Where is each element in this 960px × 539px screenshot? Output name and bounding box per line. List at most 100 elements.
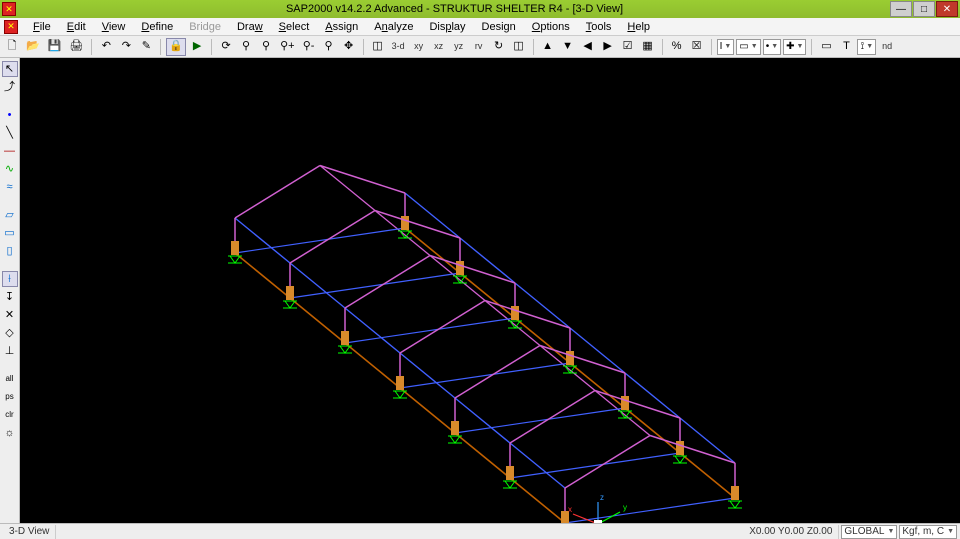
show-undeformed-button[interactable]: ☒ — [688, 38, 706, 56]
view-rv-button[interactable]: rv — [470, 38, 488, 56]
menu-view[interactable]: View — [95, 20, 133, 34]
view-xy-button[interactable]: xy — [410, 38, 428, 56]
menu-help[interactable]: Help — [620, 20, 657, 34]
rectarea2-icon: ▯ — [6, 246, 12, 257]
intersect-select-tool[interactable]: ☼ — [2, 425, 18, 441]
select-all-tool[interactable]: all — [2, 371, 18, 387]
ruler-dropdown[interactable]: ⟟▼ — [857, 39, 876, 55]
snap2-icon: ↧ — [5, 292, 14, 303]
window-maximize-button[interactable]: □ — [913, 1, 935, 17]
quick-secondary-tool[interactable]: ≈ — [2, 179, 18, 195]
menu-define[interactable]: Define — [134, 20, 180, 34]
snap-midpoint-tool[interactable]: ↧ — [2, 289, 18, 305]
redo-button[interactable]: ↷ — [117, 38, 135, 56]
zoom-in-button[interactable]: ⚲+ — [277, 38, 297, 56]
assign-h-icon: • — [766, 41, 770, 52]
view-xz-label: xz — [434, 42, 443, 51]
pointer-icon: ↖ — [5, 64, 14, 75]
menu-edit[interactable]: Edit — [60, 20, 93, 34]
menu-select[interactable]: Select — [272, 20, 317, 34]
reshape-button[interactable]: ✎ — [137, 38, 155, 56]
snap-line-tool[interactable]: ⊥ — [2, 343, 18, 359]
snap-intersect-tool[interactable]: ✕ — [2, 307, 18, 323]
quick-area-tool[interactable]: ▯ — [2, 243, 18, 259]
perspective-button[interactable]: ◫ — [510, 38, 528, 56]
right-icon: ▶ — [603, 41, 611, 52]
element-label-button[interactable]: ▦ — [639, 38, 657, 56]
menu-file[interactable]: File — [26, 20, 58, 34]
pan-button[interactable]: ✥ — [340, 38, 358, 56]
nudge-label: nd — [882, 42, 892, 51]
assign-r-dropdown[interactable]: ✚▼ — [783, 39, 806, 55]
structure-render: x y z — [20, 58, 960, 523]
rubberband-button[interactable]: ⟳ — [217, 38, 235, 56]
menu-bridge: Bridge — [182, 20, 228, 34]
status-units-dropdown[interactable]: Kgf, m, C▼ — [899, 525, 957, 539]
zoom-all-button[interactable]: ⚲ — [320, 38, 338, 56]
rotate-3d-button[interactable]: ↻ — [490, 38, 508, 56]
side-toolbar: ↖ ⤴ • ╲ — ∿ ≈ ▱ ▭ ▯ ⟊ ↧ ✕ ◇ ⊥ all ps clr… — [0, 58, 20, 523]
view-xz-button[interactable]: xz — [430, 38, 448, 56]
move-left-button[interactable]: ◀ — [579, 38, 597, 56]
view-xy-label: xy — [414, 42, 423, 51]
zoom-prev-button[interactable]: ⚲ — [257, 38, 275, 56]
menu-analyze[interactable]: Analyze — [367, 20, 420, 34]
menu-assign[interactable]: Assign — [318, 20, 365, 34]
frame-t-button[interactable]: T — [837, 38, 855, 56]
move-right-button[interactable]: ▶ — [599, 38, 617, 56]
open-button[interactable]: 📂 — [23, 38, 43, 56]
svg-text:y: y — [623, 503, 627, 512]
menu-display[interactable]: Display — [422, 20, 472, 34]
nudge-button[interactable]: nd — [878, 38, 896, 56]
window-minimize-button[interactable]: — — [890, 1, 912, 17]
zoom-in-icon: ⚲+ — [280, 41, 294, 52]
move-up-button[interactable]: ▲ — [539, 38, 557, 56]
snap-point-tool[interactable]: ⟊ — [2, 271, 18, 287]
status-coord-system-dropdown[interactable]: GLOBAL▼ — [841, 525, 897, 539]
pencil-icon: ✎ — [142, 41, 151, 52]
frame1-button[interactable]: ▭ — [817, 38, 835, 56]
draw-poly-area-tool[interactable]: ▱ — [2, 207, 18, 223]
window-close-button[interactable]: ✕ — [936, 1, 958, 17]
undo-button[interactable]: ↶ — [97, 38, 115, 56]
menu-tools[interactable]: Tools — [579, 20, 619, 34]
model-view-3d[interactable]: x y z — [20, 58, 960, 523]
assign-i-dropdown[interactable]: I▼ — [717, 39, 735, 55]
draw-rect-area-tool[interactable]: ▭ — [2, 225, 18, 241]
draw-special-joint-tool[interactable]: • — [2, 107, 18, 123]
set-display-button[interactable]: ◫ — [369, 38, 387, 56]
rectarea-icon: ▭ — [4, 228, 14, 239]
undo-icon: ↶ — [102, 41, 111, 52]
clear-select-tool[interactable]: clr — [2, 407, 18, 423]
reshape-tool[interactable]: ⤴ — [2, 79, 18, 95]
zoom-out-button[interactable]: ⚲- — [300, 38, 318, 56]
lock-button[interactable]: 🔒 — [166, 38, 186, 56]
menu-draw[interactable]: Draw — [230, 20, 270, 34]
prev-select-tool[interactable]: ps — [2, 389, 18, 405]
window-title: SAP2000 v14.2.2 Advanced - STRUKTUR SHEL… — [20, 3, 889, 15]
new-button[interactable]: 🗋 — [3, 38, 21, 56]
assign-j-dropdown[interactable]: ▭▼ — [736, 39, 760, 55]
pointer-tool[interactable]: ↖ — [2, 61, 18, 77]
run-analysis-button[interactable]: ▶ — [188, 38, 206, 56]
status-coordinates: X0.00 Y0.00 Z0.00 — [743, 525, 839, 539]
view-yz-button[interactable]: yz — [450, 38, 468, 56]
save-button[interactable]: 💾 — [45, 38, 65, 56]
menu-options[interactable]: Options — [525, 20, 577, 34]
move-down-button[interactable]: ▼ — [559, 38, 577, 56]
ps-label: ps — [5, 393, 13, 401]
snap-perp-tool[interactable]: ◇ — [2, 325, 18, 341]
view-3d-button[interactable]: 3-d — [389, 38, 408, 56]
quick-frame-tool[interactable]: — — [2, 143, 18, 159]
print-button[interactable]: 🖨 — [66, 38, 86, 56]
draw-frame-tool[interactable]: ╲ — [2, 125, 18, 141]
quick-brace-tool[interactable]: ∿ — [2, 161, 18, 177]
menu-design[interactable]: Design — [475, 20, 523, 34]
object-shrink-button[interactable]: ☑ — [619, 38, 637, 56]
zoom-restore-button[interactable]: ⚲ — [237, 38, 255, 56]
assign-h-dropdown[interactable]: •▼ — [763, 39, 781, 55]
main-toolbar: 🗋 📂 💾 🖨 ↶ ↷ ✎ 🔒 ▶ ⟳ ⚲ ⚲ ⚲+ ⚲- ⚲ ✥ ◫ 3-d … — [0, 36, 960, 58]
set-limits-button[interactable]: % — [668, 38, 686, 56]
svg-text:z: z — [600, 493, 604, 502]
persp2-icon: ◫ — [513, 41, 523, 52]
